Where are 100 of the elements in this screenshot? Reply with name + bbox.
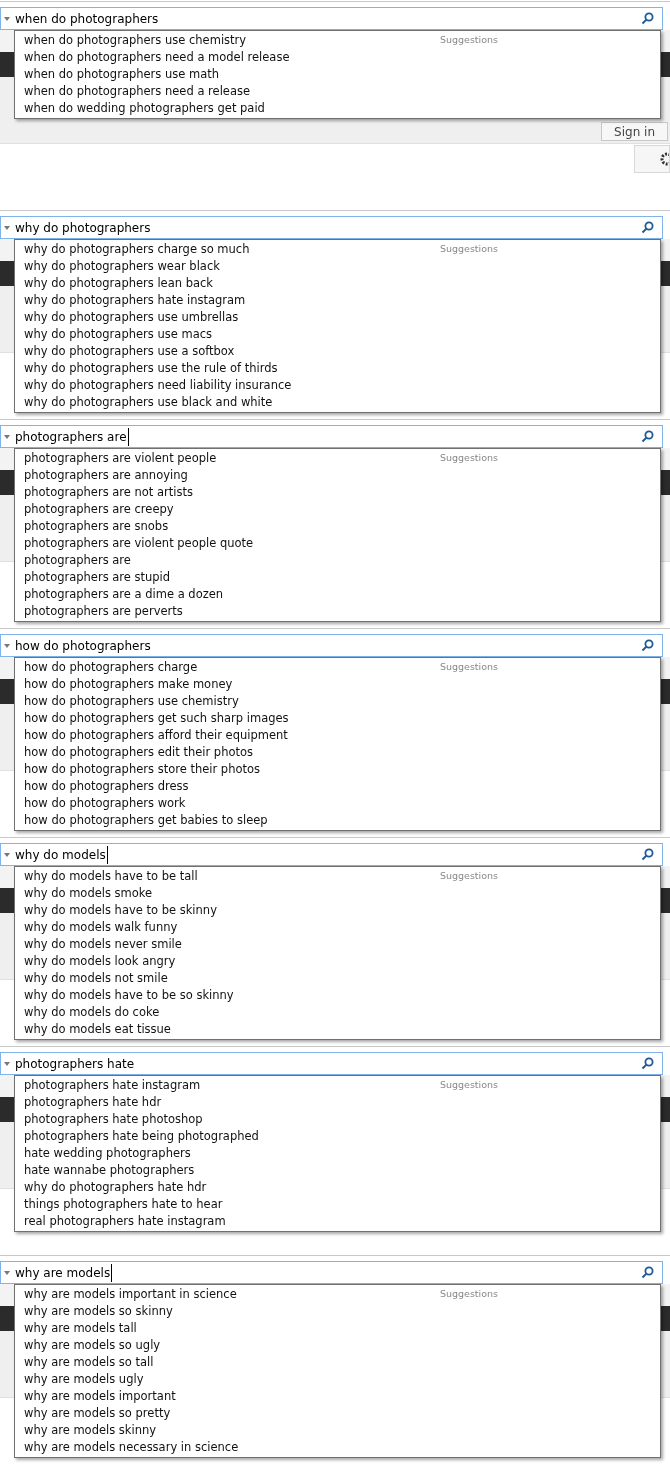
suggestion-item[interactable]: why are models so skinny	[24, 1302, 173, 1321]
suggestion-item[interactable]: how do photographers use chemistry	[24, 692, 239, 711]
suggestion-item[interactable]: how do photographers charge	[24, 658, 198, 677]
suggestion-item[interactable]: how do photographers get babies to sleep	[24, 811, 268, 830]
suggestions-heading: Suggestions	[439, 660, 498, 675]
suggestion-item[interactable]: why are models necessary in science	[24, 1438, 239, 1457]
search-bar[interactable]: photographers are	[0, 425, 663, 448]
search-icon[interactable]	[641, 430, 654, 443]
suggestion-item[interactable]: why do photographers need liability insurance	[24, 376, 292, 395]
search-icon[interactable]	[641, 221, 654, 234]
suggestion-item[interactable]: why do models look angry	[24, 952, 176, 971]
suggestions-heading: Suggestions	[439, 869, 498, 884]
suggestion-item[interactable]: why are models so tall	[24, 1353, 154, 1372]
suggestion-item[interactable]: things photographers hate to hear	[24, 1195, 223, 1214]
suggestion-item[interactable]: when do wedding photographers get paid	[24, 99, 265, 118]
suggestion-item[interactable]: why do models walk funny	[24, 918, 178, 937]
search-query[interactable]: why do photographers	[15, 218, 152, 237]
search-bar[interactable]: when do photographers	[0, 7, 663, 30]
suggestion-item[interactable]: photographers are stupid	[24, 568, 171, 587]
suggestion-item[interactable]: why do models eat tissue	[24, 1020, 171, 1039]
suggestion-item[interactable]: hate wedding photographers	[24, 1144, 191, 1163]
suggestion-item[interactable]: photographers are	[24, 551, 131, 570]
suggestion-item[interactable]: why do photographers use umbrellas	[24, 308, 239, 327]
search-bar[interactable]: why are models	[0, 1261, 663, 1284]
dropdown-arrow-icon[interactable]	[4, 16, 10, 21]
search-icon[interactable]	[641, 1057, 654, 1070]
suggestion-item[interactable]: photographers are snobs	[24, 517, 169, 536]
search-icon[interactable]	[641, 639, 654, 652]
suggestion-item[interactable]: why do models do coke	[24, 1003, 160, 1022]
suggestion-item[interactable]: why do photographers use black and white	[24, 393, 273, 412]
suggestion-item[interactable]: when do photographers use math	[24, 65, 220, 84]
suggestion-item[interactable]: why do photographers use the rule of thirds	[24, 359, 278, 378]
search-query[interactable]: why are models	[15, 1263, 113, 1282]
search-bar[interactable]: how do photographers	[0, 634, 663, 657]
search-query[interactable]: why do models	[15, 845, 108, 864]
suggestion-item[interactable]: photographers hate photoshop	[24, 1110, 203, 1129]
suggestion-item[interactable]: why do photographers lean back	[24, 274, 214, 293]
suggestion-item[interactable]: when do photographers use chemistry	[24, 31, 247, 50]
suggestions-heading: Suggestions	[439, 451, 498, 466]
suggestion-item[interactable]: photographers are a dime a dozen	[24, 585, 224, 604]
suggestion-item[interactable]: hate wannabe photographers	[24, 1161, 195, 1180]
suggestion-item[interactable]: why do photographers use macs	[24, 325, 212, 344]
suggestion-item[interactable]: photographers are annoying	[24, 466, 188, 485]
suggestion-item[interactable]: how do photographers store their photos	[24, 760, 260, 779]
search-query[interactable]: how do photographers	[15, 636, 152, 655]
suggestion-item[interactable]: why are models important	[24, 1387, 176, 1406]
suggestion-item[interactable]: why are models so pretty	[24, 1404, 171, 1423]
search-query[interactable]: photographers hate	[15, 1054, 136, 1073]
suggestion-item[interactable]: why do models have to be skinny	[24, 901, 217, 920]
suggestion-item[interactable]: how do photographers edit their photos	[24, 743, 253, 762]
search-icon[interactable]	[641, 848, 654, 861]
suggestion-item[interactable]: why do photographers charge so much	[24, 240, 250, 259]
dropdown-arrow-icon[interactable]	[4, 643, 10, 648]
suggestion-item[interactable]: photographers are violent people quote	[24, 534, 254, 553]
search-icon[interactable]	[641, 1266, 654, 1279]
suggestion-item[interactable]: how do photographers dress	[24, 777, 189, 796]
suggestion-item[interactable]: why do models have to be so skinny	[24, 986, 234, 1005]
suggestion-item[interactable]: how do photographers get such sharp images	[24, 709, 289, 728]
suggestion-item[interactable]: why do models have to be tall	[24, 867, 198, 886]
suggestion-item[interactable]: why do models never smile	[24, 935, 182, 954]
search-query[interactable]: when do photographers	[15, 9, 160, 28]
search-bar[interactable]: why do photographers	[0, 216, 663, 239]
search-bar[interactable]: why do models	[0, 843, 663, 866]
suggestions-heading: Suggestions	[439, 33, 498, 48]
dropdown-arrow-icon[interactable]	[4, 1061, 10, 1066]
dropdown-arrow-icon[interactable]	[4, 852, 10, 857]
suggestion-item[interactable]: why do photographers hate hdr	[24, 1178, 207, 1197]
suggestion-item[interactable]: why do photographers wear black	[24, 257, 220, 276]
suggestion-item[interactable]: photographers hate hdr	[24, 1093, 162, 1112]
suggestion-item[interactable]: photographers are not artists	[24, 483, 193, 502]
suggestion-item[interactable]: photographers are perverts	[24, 602, 183, 621]
suggestion-item[interactable]: why do models not smile	[24, 969, 168, 988]
suggestion-item[interactable]: why do photographers hate instagram	[24, 291, 246, 310]
suggestions-heading: Suggestions	[439, 1287, 498, 1302]
settings-button[interactable]	[634, 145, 670, 173]
dropdown-arrow-icon[interactable]	[4, 225, 10, 230]
suggestion-item[interactable]: why are models so ugly	[24, 1336, 161, 1355]
suggestion-item[interactable]: how do photographers work	[24, 794, 186, 813]
suggestions-heading: Suggestions	[439, 1078, 498, 1093]
suggestion-item[interactable]: real photographers hate instagram	[24, 1212, 226, 1231]
suggestion-item[interactable]: how do photographers make money	[24, 675, 233, 694]
suggestion-item[interactable]: why are models tall	[24, 1319, 137, 1338]
suggestion-item[interactable]: photographers are creepy	[24, 500, 174, 519]
suggestion-item[interactable]: photographers hate being photographed	[24, 1127, 259, 1146]
suggestion-item[interactable]: when do photographers need a release	[24, 82, 251, 101]
suggestion-item[interactable]: how do photographers afford their equipment	[24, 726, 288, 745]
suggestion-item[interactable]: why are models skinny	[24, 1421, 157, 1440]
suggestion-item[interactable]: photographers hate instagram	[24, 1076, 201, 1095]
suggestion-item[interactable]: why are models important in science	[24, 1285, 237, 1304]
dropdown-arrow-icon[interactable]	[4, 1270, 10, 1275]
suggestion-item[interactable]: why do photographers use a softbox	[24, 342, 235, 361]
search-query[interactable]: photographers are	[15, 427, 129, 446]
suggestion-item[interactable]: when do photographers need a model release	[24, 48, 290, 67]
suggestion-item[interactable]: why are models ugly	[24, 1370, 144, 1389]
dropdown-arrow-icon[interactable]	[4, 434, 10, 439]
search-bar[interactable]: photographers hate	[0, 1052, 663, 1075]
search-icon[interactable]	[641, 12, 654, 25]
suggestion-item[interactable]: photographers are violent people	[24, 449, 217, 468]
suggestion-item[interactable]: why do models smoke	[24, 884, 153, 903]
sign-in-button[interactable]: Sign in	[601, 122, 668, 141]
